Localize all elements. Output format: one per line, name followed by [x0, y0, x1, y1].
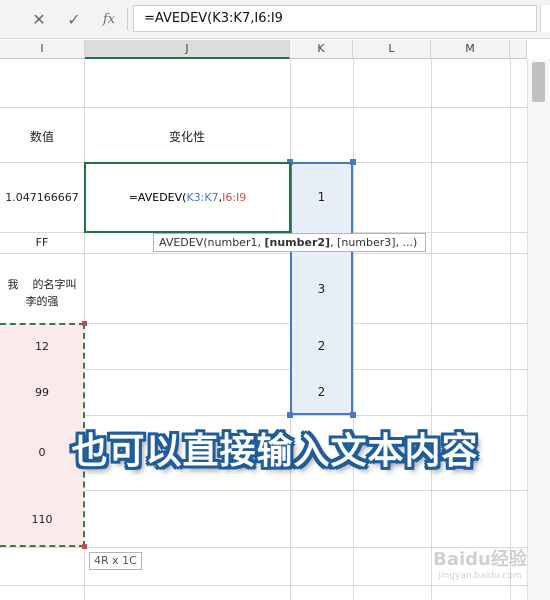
close-icon[interactable]: ✕ [28, 9, 50, 29]
cell-j-header[interactable]: 变化性 [84, 128, 290, 145]
formula-ref-i: I6:I9 [222, 191, 247, 204]
cell-k-value[interactable]: 2 [290, 339, 353, 353]
formula-input[interactable]: =AVEDEV(K3:K7,I6:I9 [133, 5, 537, 32]
formula-expand-button[interactable] [540, 5, 550, 32]
cell-i-row4[interactable]: 1.047166667 [0, 191, 84, 204]
cell-i-header[interactable]: 数值 [0, 128, 84, 145]
cell-i-row6-line2[interactable]: 李的强 [0, 293, 84, 309]
tooltip-function: AVEDEV(number1, [159, 236, 265, 249]
range-handle[interactable] [350, 412, 356, 418]
grid-line [353, 59, 354, 600]
tooltip-rest: , [number3], ...) [330, 236, 418, 249]
formula-ref-k: K3:K7 [186, 191, 219, 204]
fx-label: fx [102, 11, 116, 27]
grid-line [0, 107, 527, 108]
insert-function-button[interactable]: fx [98, 9, 120, 29]
cell-i-row6-line1[interactable]: 我 的名字叫 [0, 276, 84, 292]
column-header-j[interactable]: J [85, 40, 290, 59]
formula-prefix: =AVEDEV( [128, 191, 187, 204]
grid-line [0, 585, 527, 586]
watermark: Baidu经验 jingyan.baidu.com [420, 545, 540, 581]
range-handle[interactable] [82, 321, 87, 326]
range-handle[interactable] [82, 544, 87, 549]
cell-k-value[interactable]: 3 [290, 282, 353, 296]
function-tooltip[interactable]: AVEDEV(number1, [number2], [number3], ..… [153, 233, 426, 252]
check-icon[interactable]: ✓ [63, 9, 85, 29]
overlay-caption: 也可以直接输入文本内容 [71, 431, 479, 472]
column-header-i[interactable]: I [0, 40, 85, 59]
active-cell-formula[interactable]: =AVEDEV(K3:K7,I6:I9 [84, 191, 291, 204]
scrollbar-thumb[interactable] [532, 62, 545, 102]
tooltip-current-arg: [number2] [264, 236, 331, 249]
selection-size-label: 4R x 1C [89, 552, 142, 570]
column-header-n[interactable] [510, 40, 527, 59]
formula-separator [127, 8, 128, 30]
grid-line [0, 253, 527, 254]
cell-i-value[interactable]: 12 [0, 340, 84, 353]
cell-i-row5[interactable]: FF [0, 236, 84, 249]
column-header-m[interactable]: M [431, 40, 510, 59]
grid-line [431, 59, 432, 600]
range-handle[interactable] [287, 412, 293, 418]
vertical-scrollbar[interactable] [527, 59, 550, 600]
range-handle[interactable] [350, 159, 356, 165]
grid-line [510, 59, 511, 600]
watermark-url: jingyan.baidu.com [438, 571, 522, 581]
cell-k-value[interactable]: 1 [290, 190, 353, 204]
watermark-brand: Baidu经验 [433, 549, 527, 570]
cell-k-value[interactable]: 2 [290, 385, 353, 399]
column-header-l[interactable]: L [353, 40, 431, 59]
column-header-k[interactable]: K [290, 40, 353, 59]
cell-i-value[interactable]: 110 [0, 513, 84, 526]
cell-i-value[interactable]: 99 [0, 386, 84, 399]
